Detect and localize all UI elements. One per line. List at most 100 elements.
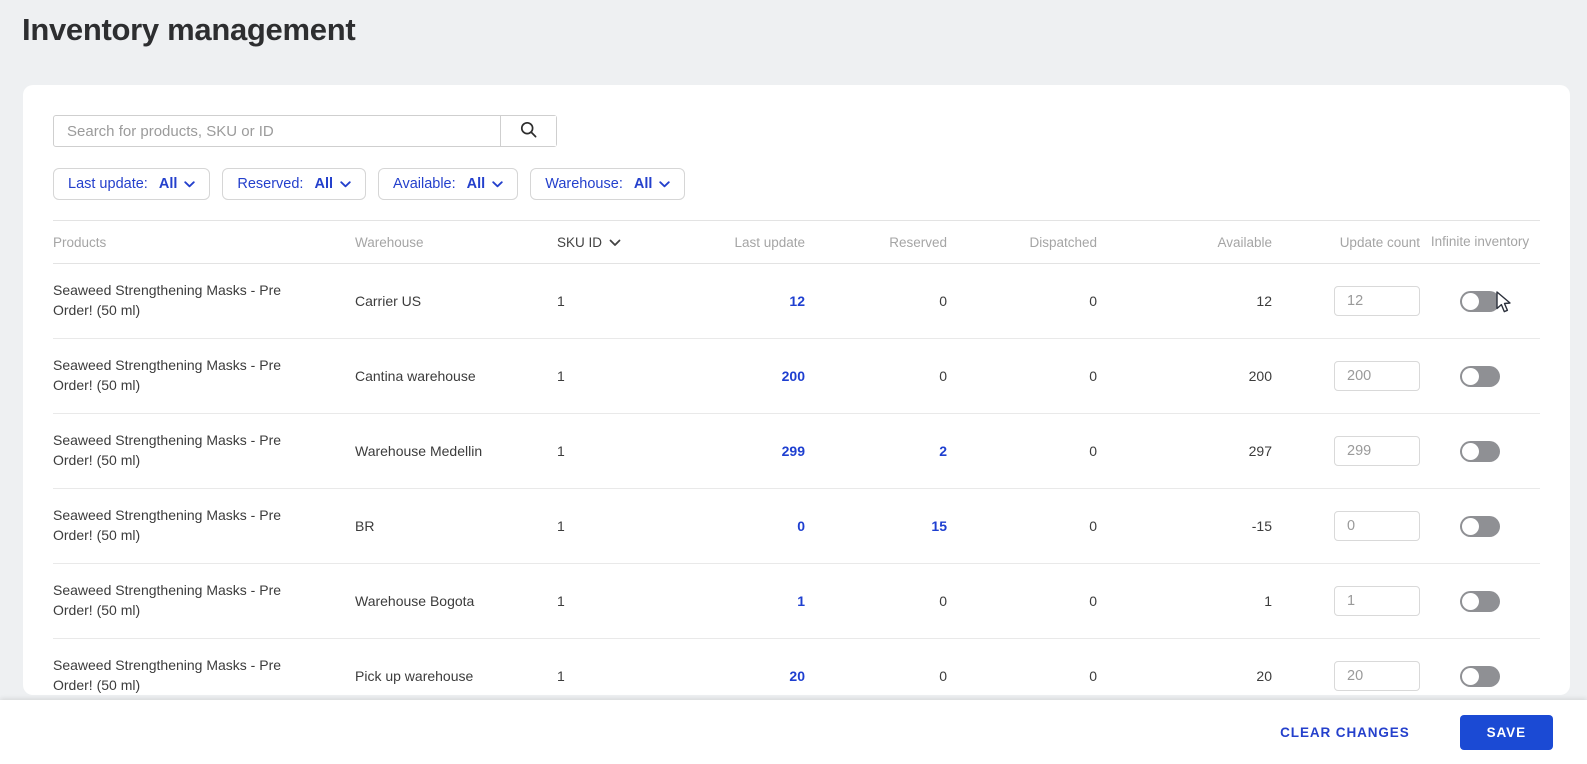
sku-id: 1 <box>557 593 565 609</box>
update-count-input[interactable] <box>1334 286 1420 316</box>
infinite-inventory-toggle[interactable] <box>1460 665 1500 687</box>
warehouse-name: Cantina warehouse <box>355 368 476 384</box>
product-name: Seaweed Strengthening Masks - Pre Order!… <box>53 657 282 693</box>
chevron-down-icon <box>659 176 671 192</box>
filter-dropdown-warehouse[interactable]: Warehouse: All <box>530 168 686 200</box>
filter-dropdown-last-update[interactable]: Last update: All <box>53 168 211 200</box>
infinite-inventory-toggle[interactable] <box>1460 515 1500 537</box>
clear-changes-button[interactable]: CLEAR CHANGES <box>1274 724 1415 741</box>
reserved-value: 0 <box>939 293 947 309</box>
action-bar: CLEAR CHANGES SAVE <box>0 700 1587 764</box>
search-input[interactable] <box>54 116 500 146</box>
toggle-knob <box>1462 592 1479 610</box>
filter-label: Available: <box>393 176 460 192</box>
filter-dropdown-reserved[interactable]: Reserved: All <box>222 168 367 200</box>
search-button[interactable] <box>500 116 556 146</box>
warehouse-name: Warehouse Medellin <box>355 443 483 459</box>
inventory-card: Last update: All Reserved: All Available… <box>23 85 1570 695</box>
column-header-last-update[interactable]: Last update <box>687 235 805 250</box>
last-update-value: 0 <box>797 518 805 534</box>
column-header-warehouse[interactable]: Warehouse <box>355 235 557 250</box>
last-update-value: 299 <box>781 443 805 459</box>
update-count-input[interactable] <box>1334 661 1420 691</box>
reserved-value: 0 <box>939 593 947 609</box>
search-icon <box>520 121 537 141</box>
reserved-value: 0 <box>939 368 947 384</box>
table-body: Seaweed Strengthening Masks - Pre Order!… <box>53 264 1540 695</box>
save-button[interactable]: SAVE <box>1459 714 1553 750</box>
filter-value: All <box>314 176 334 192</box>
reserved-value: 0 <box>939 668 947 684</box>
sku-id: 1 <box>557 293 565 309</box>
infinite-inventory-toggle[interactable] <box>1460 440 1500 462</box>
column-header-dispatched[interactable]: Dispatched <box>947 235 1097 250</box>
reserved-value: 15 <box>931 518 947 534</box>
filter-label: Warehouse: <box>545 176 627 192</box>
available-value: -15 <box>1251 518 1272 534</box>
last-update-value: 1 <box>797 593 805 609</box>
table-row: Seaweed Strengthening Masks - Pre Order!… <box>53 264 1540 339</box>
toggle-knob <box>1462 667 1479 685</box>
table-row: Seaweed Strengthening Masks - Pre Order!… <box>53 414 1540 489</box>
sku-id: 1 <box>557 668 565 684</box>
update-count-input[interactable] <box>1334 361 1420 391</box>
product-name: Seaweed Strengthening Masks - Pre Order!… <box>53 357 282 393</box>
dispatched-value: 0 <box>1089 593 1097 609</box>
dispatched-value: 0 <box>1089 293 1097 309</box>
infinite-inventory-toggle[interactable] <box>1460 290 1500 312</box>
column-header-sku-id[interactable]: SKU ID <box>557 235 687 250</box>
update-count-input[interactable] <box>1334 436 1420 466</box>
page-title: Inventory management <box>22 12 356 47</box>
update-count-input[interactable] <box>1334 586 1420 616</box>
toggle-knob <box>1462 517 1479 535</box>
filter-value: All <box>158 176 178 192</box>
product-name: Seaweed Strengthening Masks - Pre Order!… <box>53 507 282 543</box>
sku-id: 1 <box>557 443 565 459</box>
warehouse-name: BR <box>355 518 375 534</box>
filter-value: All <box>466 176 486 192</box>
dispatched-value: 0 <box>1089 668 1097 684</box>
column-header-infinite-inventory[interactable]: Infinite inventory <box>1420 234 1540 250</box>
filter-label: Reserved: <box>237 176 308 192</box>
available-value: 297 <box>1248 443 1272 459</box>
chevron-down-icon <box>184 176 196 192</box>
product-name: Seaweed Strengthening Masks - Pre Order!… <box>53 282 282 318</box>
available-value: 200 <box>1248 368 1272 384</box>
product-name: Seaweed Strengthening Masks - Pre Order!… <box>53 432 282 468</box>
column-header-available[interactable]: Available <box>1097 235 1272 250</box>
column-header-update-count[interactable]: Update count <box>1272 235 1420 250</box>
available-value: 12 <box>1256 293 1272 309</box>
filter-label: Last update: <box>68 176 152 192</box>
last-update-value: 200 <box>781 368 805 384</box>
table-row: Seaweed Strengthening Masks - Pre Order!… <box>53 489 1540 564</box>
table-row: Seaweed Strengthening Masks - Pre Order!… <box>53 339 1540 414</box>
table-header: Products Warehouse SKU ID Last update Re… <box>53 220 1540 264</box>
toggle-knob <box>1462 442 1479 460</box>
chevron-down-icon <box>492 176 503 192</box>
reserved-value: 2 <box>939 443 947 459</box>
last-update-value: 12 <box>789 293 805 309</box>
product-name: Seaweed Strengthening Masks - Pre Order!… <box>53 582 282 618</box>
filter-dropdown-available[interactable]: Available: All <box>378 168 519 200</box>
warehouse-name: Carrier US <box>355 293 422 309</box>
available-value: 1 <box>1264 593 1272 609</box>
filter-bar: Last update: All Reserved: All Available… <box>53 168 1540 200</box>
search-bar <box>53 115 557 147</box>
last-update-value: 20 <box>789 668 805 684</box>
column-header-reserved[interactable]: Reserved <box>805 235 947 250</box>
dispatched-value: 0 <box>1089 518 1097 534</box>
warehouse-name: Pick up warehouse <box>355 668 474 684</box>
table-row: Seaweed Strengthening Masks - Pre Order!… <box>53 564 1540 639</box>
column-header-products[interactable]: Products <box>53 235 355 250</box>
infinite-inventory-toggle[interactable] <box>1460 365 1500 387</box>
dispatched-value: 0 <box>1089 443 1097 459</box>
sort-chevron-down-icon <box>609 235 621 250</box>
sku-id: 1 <box>557 368 565 384</box>
infinite-inventory-toggle[interactable] <box>1460 590 1500 612</box>
filter-value: All <box>633 176 653 192</box>
table-row: Seaweed Strengthening Masks - Pre Order!… <box>53 639 1540 695</box>
update-count-input[interactable] <box>1334 511 1420 541</box>
available-value: 20 <box>1256 668 1272 684</box>
dispatched-value: 0 <box>1089 368 1097 384</box>
sku-id: 1 <box>557 518 565 534</box>
